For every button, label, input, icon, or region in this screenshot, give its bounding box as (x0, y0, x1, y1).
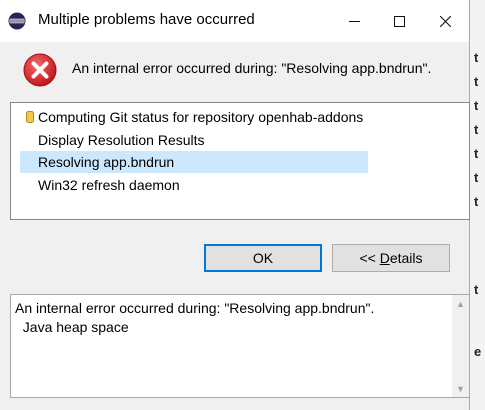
minimize-icon (348, 20, 360, 22)
details-text-area[interactable]: An internal error occurred during: "Reso… (10, 294, 470, 398)
title-bar[interactable]: Multiple problems have occurred (0, 0, 469, 42)
minimize-button[interactable] (331, 0, 377, 42)
list-item-selected[interactable]: Resolving app.bndrun (20, 151, 368, 173)
eclipse-icon (8, 12, 26, 30)
list-item[interactable]: Computing Git status for repository open… (20, 106, 369, 128)
error-icon (23, 53, 57, 87)
details-line: An internal error occurred during: "Reso… (15, 300, 375, 316)
details-button-mnemonic: D (379, 250, 390, 266)
background-fragment: t (474, 146, 479, 161)
details-button[interactable]: << Details (332, 244, 450, 272)
maximize-icon (393, 15, 405, 27)
background-fragment: t (474, 122, 479, 137)
ok-button[interactable]: OK (204, 244, 322, 272)
list-item-label: Win32 refresh daemon (38, 177, 180, 193)
background-fragment: t (474, 170, 479, 185)
list-item[interactable]: Display Resolution Results (32, 129, 211, 151)
details-line: Java heap space (15, 319, 129, 335)
job-icon (26, 111, 34, 123)
background-fragment: e (474, 344, 482, 359)
close-button[interactable] (422, 0, 468, 42)
problem-list[interactable]: Computing Git status for repository open… (10, 102, 470, 220)
maximize-button[interactable] (376, 0, 422, 42)
background-fragment: t (474, 98, 479, 113)
background-fragment: t (474, 282, 479, 297)
ok-button-label: OK (252, 250, 274, 266)
details-button-label: etails (389, 250, 423, 266)
background-fragment: t (474, 50, 479, 65)
details-button-prefix: << (359, 250, 380, 266)
list-item-label: Display Resolution Results (38, 132, 205, 148)
vertical-scrollbar[interactable]: ▲ ▼ (452, 295, 469, 397)
list-item-label: Computing Git status for repository open… (38, 109, 364, 125)
list-item[interactable]: Win32 refresh daemon (32, 174, 186, 196)
window-title: Multiple problems have occurred (38, 11, 255, 28)
close-icon (439, 15, 451, 27)
problems-dialog: Multiple problems have occurred An inter… (0, 0, 470, 410)
background-fragment: t (474, 194, 479, 209)
background-fragment: t (474, 74, 479, 89)
scroll-down-icon[interactable]: ▼ (452, 380, 469, 397)
scroll-up-icon[interactable]: ▲ (452, 295, 469, 312)
list-item-label: Resolving app.bndrun (38, 154, 175, 170)
error-message: An internal error occurred during: "Reso… (72, 60, 432, 76)
